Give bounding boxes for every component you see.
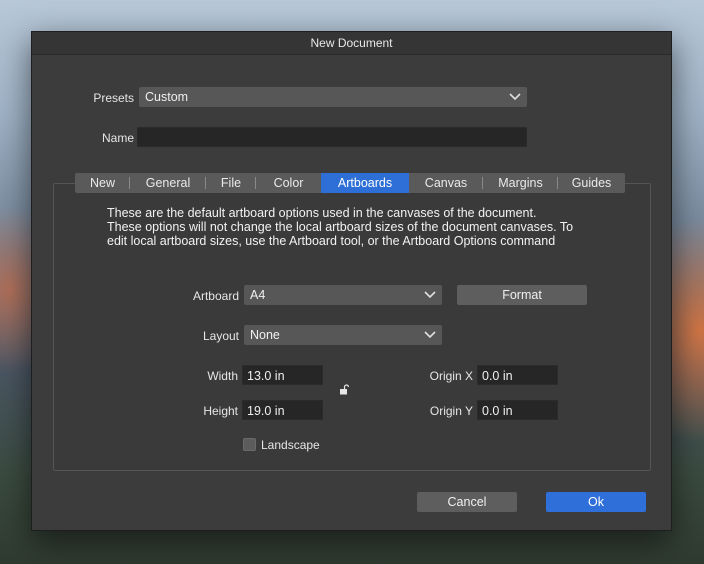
description-line: These are the default artboard options u… (107, 206, 537, 220)
height-field[interactable]: 19.0 in (242, 400, 323, 420)
tab-color[interactable]: Color (256, 173, 321, 193)
presets-value: Custom (145, 90, 189, 104)
origin-x-field[interactable]: 0.0 in (477, 365, 558, 385)
chevron-down-icon (424, 331, 436, 339)
layout-value: None (250, 328, 280, 342)
tab-artboards[interactable]: Artboards (321, 173, 409, 193)
name-field[interactable] (137, 127, 527, 147)
cancel-button[interactable]: Cancel (417, 492, 517, 512)
landscape-label: Landscape (261, 438, 320, 452)
width-field[interactable]: 13.0 in (242, 365, 323, 385)
dialog-title: New Document (32, 32, 671, 55)
format-button[interactable]: Format (457, 285, 587, 305)
artboard-select[interactable]: A4 (244, 285, 442, 305)
presets-select[interactable]: Custom (139, 87, 527, 107)
tab-file[interactable]: File (206, 173, 256, 193)
unlock-icon[interactable] (339, 384, 349, 395)
chevron-down-icon (509, 93, 521, 101)
origin-y-label: Origin Y (429, 404, 473, 418)
chevron-down-icon (424, 291, 436, 299)
artboard-value: A4 (250, 288, 266, 302)
tab-general[interactable]: General (130, 173, 206, 193)
layout-label: Layout (202, 329, 239, 343)
presets-label: Presets (93, 91, 134, 105)
new-document-dialog: New Document Presets Custom Name New Gen… (31, 31, 672, 531)
description-line: edit local artboard sizes, use the Artbo… (107, 234, 556, 248)
artboard-label: Artboard (192, 289, 239, 303)
artboard-description: These are the default artboard options u… (107, 206, 627, 248)
tab-canvas[interactable]: Canvas (409, 173, 483, 193)
height-label: Height (203, 404, 238, 418)
landscape-checkbox[interactable] (243, 438, 256, 451)
width-label: Width (207, 369, 238, 383)
tab-new[interactable]: New (75, 173, 130, 193)
description-line: These options will not change the local … (107, 220, 574, 234)
origin-y-field[interactable]: 0.0 in (477, 400, 558, 420)
ok-button[interactable]: Ok (546, 492, 646, 512)
name-label: Name (101, 131, 134, 145)
tab-margins[interactable]: Margins (483, 173, 558, 193)
layout-select[interactable]: None (244, 325, 442, 345)
origin-x-label: Origin X (429, 369, 473, 383)
tab-guides[interactable]: Guides (558, 173, 625, 193)
tab-bar: New General File Color Artboards Canvas … (75, 173, 625, 193)
